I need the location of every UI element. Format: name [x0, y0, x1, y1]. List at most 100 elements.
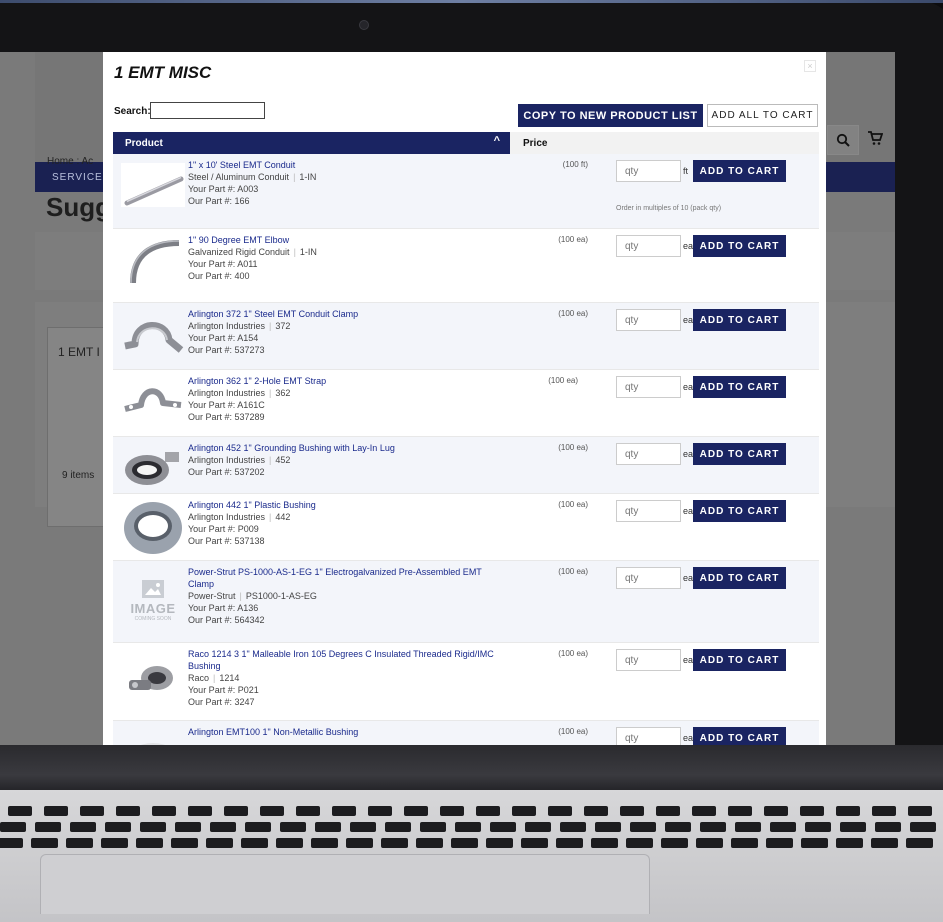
keyboard-key — [548, 806, 572, 816]
quantity-input[interactable] — [616, 309, 681, 331]
product-name-link[interactable]: Arlington EMT100 1" Non-Metallic Bushing — [188, 726, 508, 738]
unit-of-measure: ea — [683, 449, 694, 459]
keyboard-key — [381, 838, 408, 848]
add-to-cart-button[interactable]: ADD TO CART — [693, 376, 786, 398]
image-placeholder-icon[interactable]: IMAGE COMING SOON — [121, 571, 185, 631]
quantity-input[interactable] — [616, 376, 681, 398]
our-part-number: Our Part #: 537289 — [188, 412, 265, 422]
our-part-number: Our Part #: 166 — [188, 196, 250, 206]
quantity-input[interactable] — [616, 649, 681, 671]
cart-icon[interactable] — [867, 130, 884, 151]
laptop-hinge — [0, 745, 943, 795]
column-header-product[interactable]: Product ^ — [113, 132, 510, 154]
keyboard-key — [188, 806, 212, 816]
product-info: Arlington 442 1" Plastic Bushing Arlingt… — [188, 499, 508, 547]
close-icon[interactable]: × — [804, 60, 816, 72]
keyboard-key — [311, 838, 338, 848]
keyboard-key — [8, 806, 32, 816]
keyboard-key — [700, 822, 726, 832]
keyboard-key — [70, 822, 96, 832]
product-name-link[interactable]: Arlington 442 1" Plastic Bushing — [188, 499, 508, 511]
keyboard-key — [136, 838, 163, 848]
keyboard-key — [44, 806, 68, 816]
product-name-link[interactable]: Power-Strut PS-1000-AS-1-EG 1" Electroga… — [188, 566, 508, 590]
add-to-cart-button[interactable]: ADD TO CART — [693, 443, 786, 465]
add-to-cart-button[interactable]: ADD TO CART — [693, 309, 786, 331]
image-placeholder-subtext: COMING SOON — [134, 616, 172, 622]
keyboard-key — [416, 838, 443, 848]
sort-caret-icon[interactable]: ^ — [494, 135, 500, 147]
plastic-bushing-icon[interactable] — [121, 498, 185, 556]
keyboard-key — [171, 838, 198, 848]
add-to-cart-button[interactable]: ADD TO CART — [693, 235, 786, 257]
your-part-number: Your Part #: A136 — [188, 603, 259, 613]
trackpad — [40, 854, 650, 914]
price-unit: (100 ea) — [558, 309, 588, 318]
table-row: 1" 90 Degree EMT Elbow Galvanized Rigid … — [113, 229, 819, 303]
product-name-link[interactable]: 1" 90 Degree EMT Elbow — [188, 234, 508, 246]
non-metallic-bushing-icon[interactable] — [121, 725, 185, 745]
keyboard-key — [105, 822, 131, 832]
product-brand-line: Arlington Industries | 362 — [188, 388, 291, 398]
quantity-input[interactable] — [616, 443, 681, 465]
table-row: Arlington 452 1" Grounding Bushing with … — [113, 437, 819, 494]
grounding-bushing-icon[interactable] — [121, 443, 185, 493]
keyboard-key — [0, 822, 26, 832]
quantity-input[interactable] — [616, 160, 681, 182]
product-info: Arlington EMT100 1" Non-Metallic Bushing — [188, 726, 508, 738]
add-to-cart-button[interactable]: ADD TO CART — [693, 567, 786, 589]
keyboard-key — [906, 838, 933, 848]
your-part-number: Your Part #: P021 — [188, 685, 259, 695]
our-part-number: Our Part #: 564342 — [188, 615, 265, 625]
your-part-number: Your Part #: A161C — [188, 400, 265, 410]
product-name-link[interactable]: Arlington 362 1" 2-Hole EMT Strap — [188, 375, 508, 387]
keyboard-key — [152, 806, 176, 816]
product-info: Raco 1214 3 1" Malleable Iron 105 Degree… — [188, 648, 508, 708]
keyboard-key — [521, 838, 548, 848]
laptop-screen: SERVICES Home : Ac Sugg 1 EMT I 9 items … — [0, 52, 895, 745]
quantity-input[interactable] — [616, 500, 681, 522]
search-input[interactable] — [150, 102, 265, 119]
keyboard-key — [280, 822, 306, 832]
product-name-link[interactable]: Arlington 452 1" Grounding Bushing with … — [188, 442, 508, 454]
conduit-pipe-icon[interactable] — [121, 160, 185, 210]
product-name-link[interactable]: Arlington 372 1" Steel EMT Conduit Clamp — [188, 308, 508, 320]
add-to-cart-button[interactable]: ADD TO CART — [693, 500, 786, 522]
clamp-icon[interactable] — [121, 309, 185, 359]
keyboard-key — [276, 838, 303, 848]
keyboard-key — [440, 806, 464, 816]
quantity-input[interactable] — [616, 727, 681, 745]
keyboard-key — [731, 838, 758, 848]
quantity-input[interactable] — [616, 235, 681, 257]
quantity-input[interactable] — [616, 567, 681, 589]
keyboard-key — [66, 838, 93, 848]
add-to-cart-button[interactable]: ADD TO CART — [693, 727, 786, 745]
product-name-link[interactable]: 1" x 10' Steel EMT Conduit — [188, 159, 508, 171]
keyboard-key — [556, 838, 583, 848]
product-info: 1" 90 Degree EMT Elbow Galvanized Rigid … — [188, 234, 508, 282]
iron-bushing-icon[interactable] — [121, 655, 185, 705]
search-icon[interactable] — [827, 125, 859, 155]
keyboard-key — [692, 806, 716, 816]
keyboard-key — [770, 822, 796, 832]
keyboard-key — [260, 806, 284, 816]
table-row: 1" x 10' Steel EMT Conduit Steel / Alumi… — [113, 154, 819, 229]
add-to-cart-button[interactable]: ADD TO CART — [693, 160, 786, 182]
product-brand-line: Arlington Industries | 372 — [188, 321, 291, 331]
your-part-number: Your Part #: P009 — [188, 524, 259, 534]
keyboard-key — [420, 822, 446, 832]
strap-icon[interactable] — [121, 376, 185, 426]
add-to-cart-button[interactable]: ADD TO CART — [693, 649, 786, 671]
keyboard-key — [0, 838, 23, 848]
column-header-price[interactable]: Price — [523, 138, 547, 149]
add-all-to-cart-button[interactable]: ADD ALL TO CART — [707, 104, 818, 127]
keyboard-key — [805, 822, 831, 832]
copy-to-new-product-list-button[interactable]: COPY TO NEW PRODUCT LIST — [518, 104, 703, 127]
unit-of-measure: ea — [683, 573, 694, 583]
nav-item-services[interactable]: SERVICES — [52, 172, 110, 183]
elbow-icon[interactable] — [121, 235, 185, 285]
table-row: Arlington EMT100 1" Non-Metallic Bushing… — [113, 721, 819, 745]
product-name-link[interactable]: Raco 1214 3 1" Malleable Iron 105 Degree… — [188, 648, 508, 672]
table-row: Arlington 362 1" 2-Hole EMT Strap Arling… — [113, 370, 819, 437]
product-brand-line: Arlington Industries | 452 — [188, 455, 291, 465]
